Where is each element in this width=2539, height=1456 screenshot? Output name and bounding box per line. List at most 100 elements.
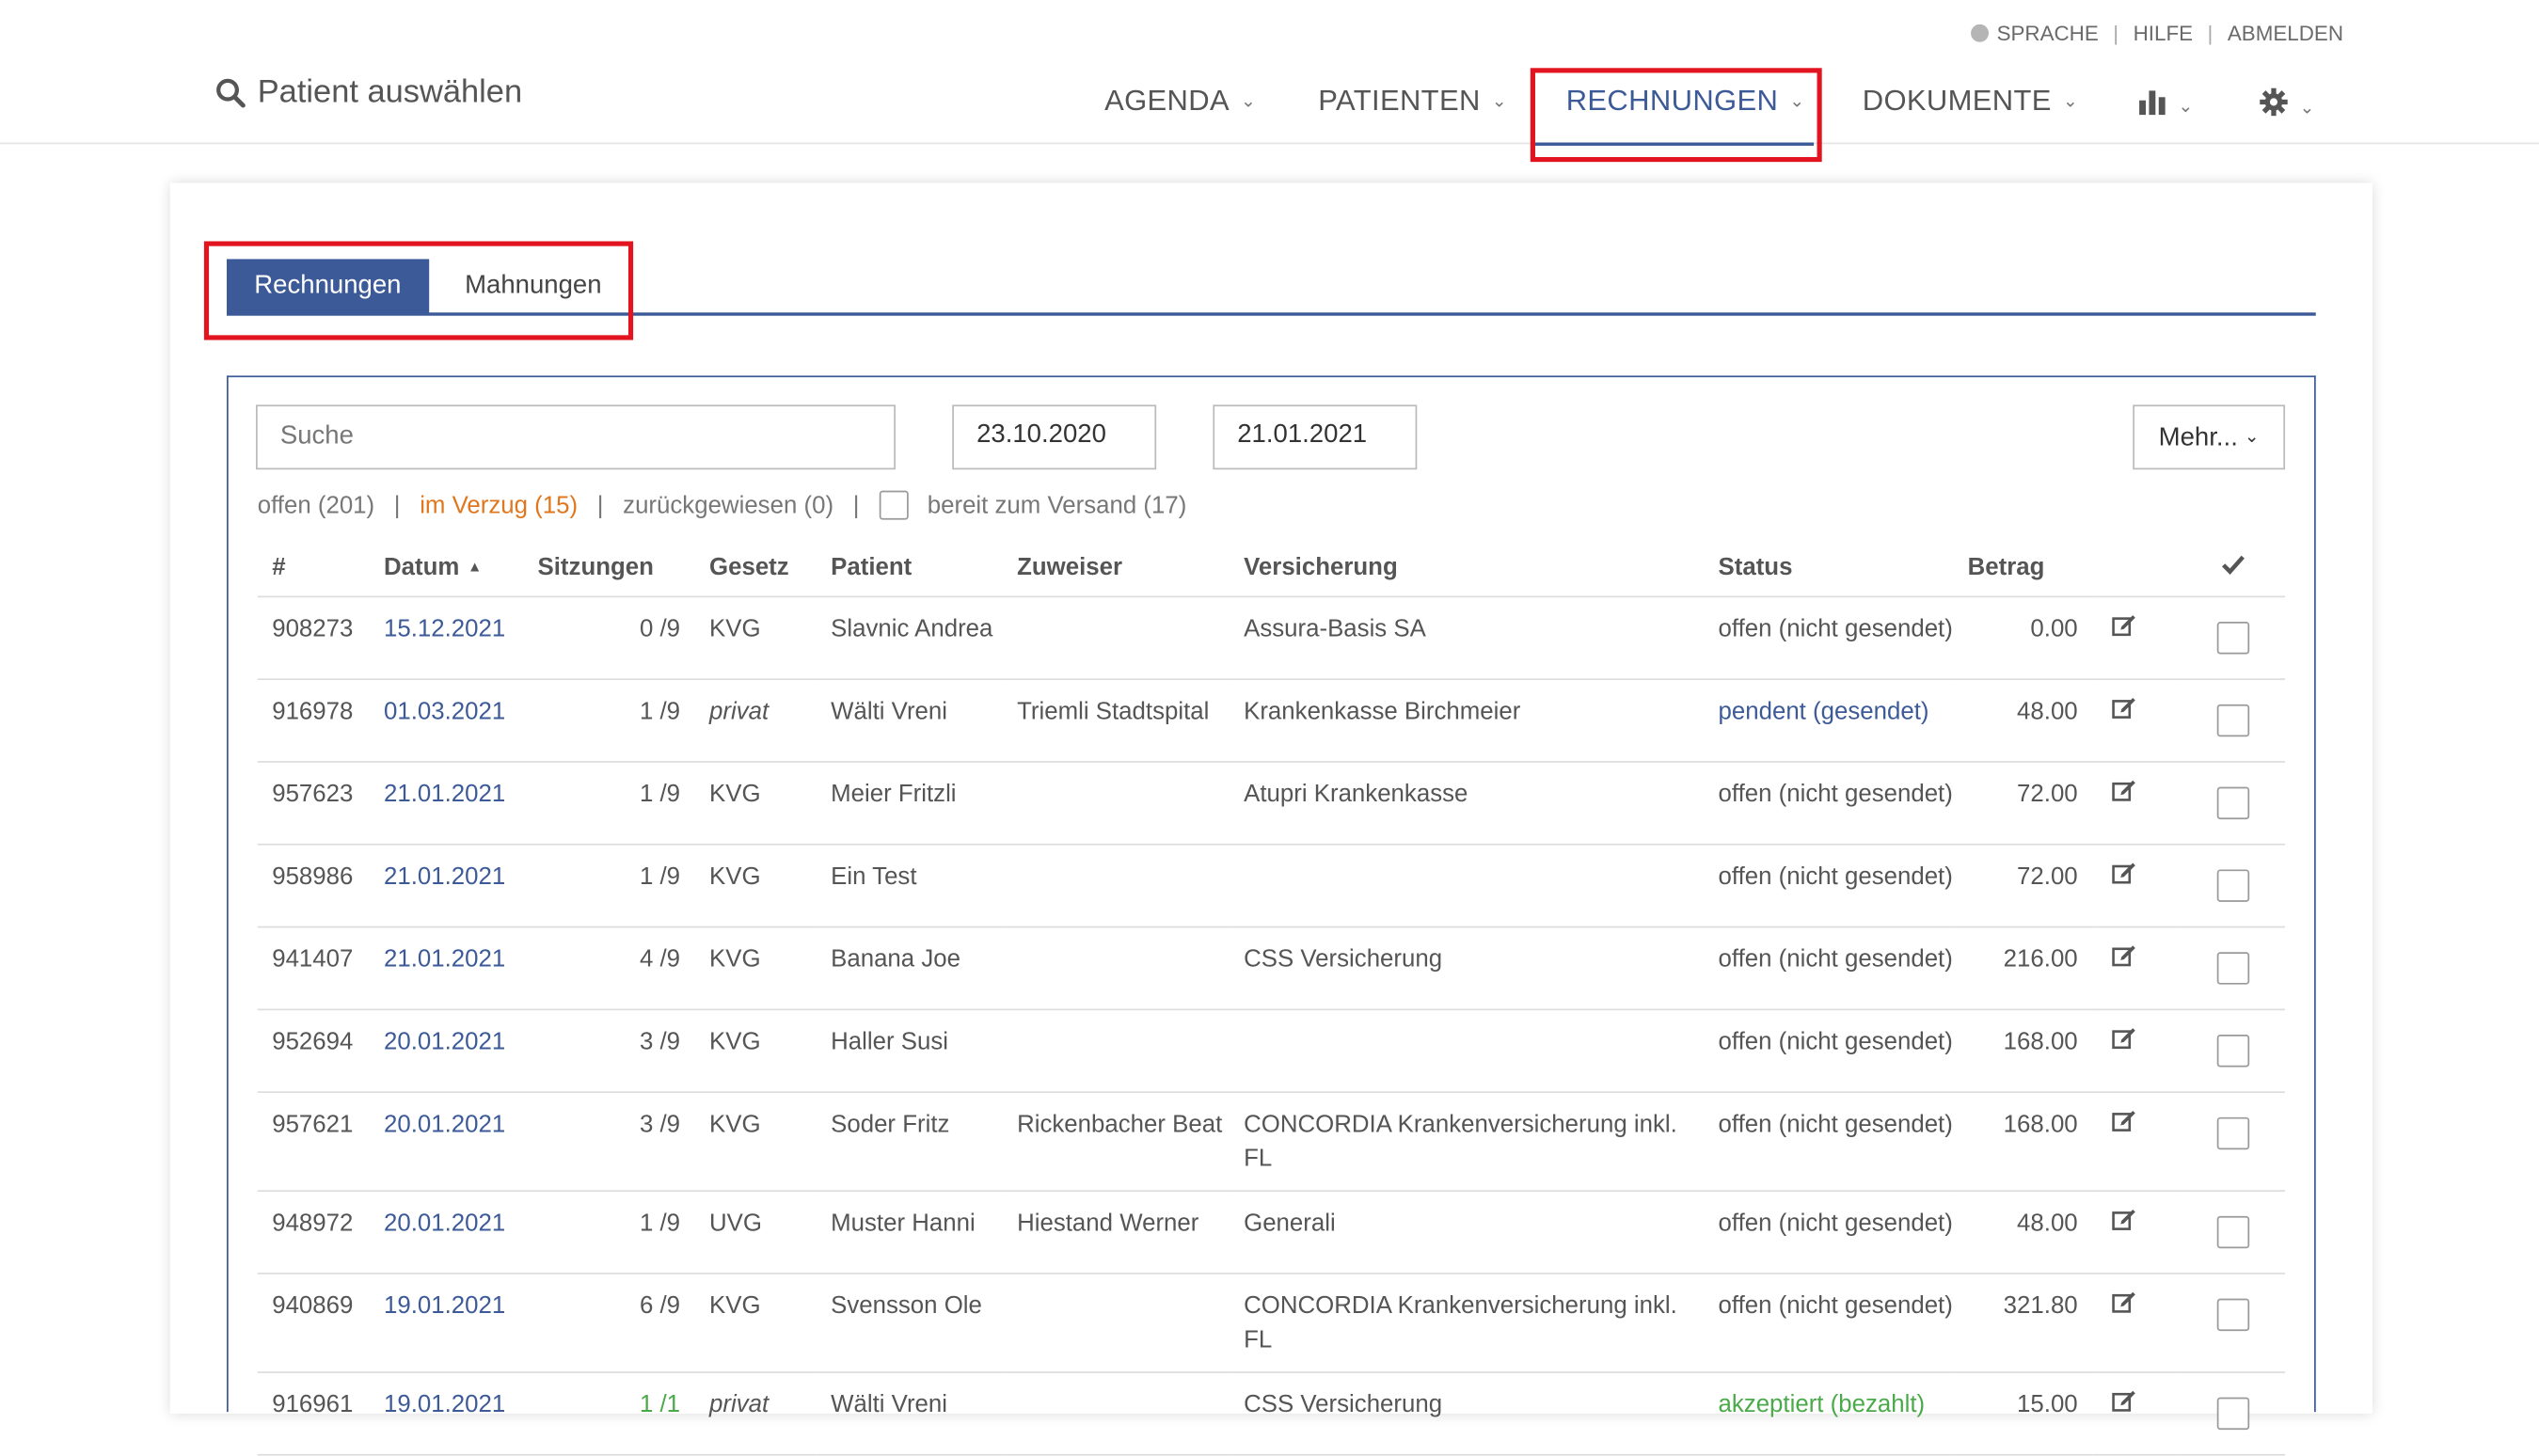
cell-insurance <box>1229 1009 1705 1094</box>
cell-law: privat <box>694 1371 817 1456</box>
cell-date[interactable]: 19.01.2021 <box>369 1273 524 1373</box>
table-row[interactable]: 957621 20.01.2021 3 /9 KVG Soder Fritz Ricken… <box>257 1092 2286 1193</box>
filter-rejected[interactable]: zurückgewiesen (0) <box>623 491 833 518</box>
col-select[interactable] <box>2180 539 2286 598</box>
edit-icon[interactable] <box>2112 1389 2136 1412</box>
cell-patient: Soder Fritz <box>816 1092 1003 1193</box>
table-row[interactable]: 916961 19.01.2021 1 /1 privat Wälti Vreni CSS… <box>257 1371 2286 1456</box>
cell-patient: Banana Joe <box>816 926 1003 1011</box>
cell-referrer <box>1002 844 1230 928</box>
cell-date[interactable]: 15.12.2021 <box>369 596 524 681</box>
cell-date[interactable]: 20.01.2021 <box>369 1092 524 1193</box>
row-checkbox[interactable] <box>2215 704 2249 737</box>
edit-icon[interactable] <box>2112 779 2136 801</box>
table-row[interactable]: 958986 21.01.2021 1 /9 KVG Ein Test offen (ni… <box>257 844 2286 928</box>
edit-icon[interactable] <box>2112 613 2136 637</box>
cell-law: privat <box>694 679 817 763</box>
table-row[interactable]: 908273 15.12.2021 0 /9 KVG Slavnic Andrea Ass… <box>257 596 2286 681</box>
cell-status: offen (nicht gesendet) <box>1704 1273 1954 1373</box>
nav-patienten[interactable]: PATIENTEN ⌄ <box>1318 85 1507 119</box>
edit-icon[interactable] <box>2112 1290 2136 1313</box>
cell-select <box>2180 1273 2286 1373</box>
more-button-label: Mehr... <box>2158 424 2238 452</box>
separator: | <box>2207 21 2214 46</box>
col-insurance[interactable]: Versicherung <box>1229 539 1705 598</box>
cell-select <box>2180 1371 2286 1456</box>
language-link[interactable]: SPRACHE <box>1997 21 2099 45</box>
more-button[interactable]: Mehr... ⌄ <box>2133 404 2286 470</box>
row-checkbox[interactable] <box>2215 786 2249 820</box>
logout-link[interactable]: ABMELDEN <box>2228 21 2343 45</box>
row-checkbox[interactable] <box>2215 869 2249 902</box>
row-checkbox[interactable] <box>2215 952 2249 985</box>
cell-insurance: Generali <box>1229 1191 1705 1274</box>
edit-icon[interactable] <box>2112 1208 2136 1230</box>
cell-insurance: CSS Versicherung <box>1229 1371 1705 1456</box>
row-checkbox[interactable] <box>2215 622 2249 655</box>
nav-settings[interactable]: ⌄ <box>2259 87 2314 125</box>
edit-icon[interactable] <box>2112 1026 2136 1050</box>
header-divider <box>0 142 2539 145</box>
cell-date[interactable]: 21.01.2021 <box>369 761 524 846</box>
row-checkbox[interactable] <box>2215 1116 2249 1150</box>
ready-to-send-checkbox[interactable] <box>879 490 909 520</box>
help-link[interactable]: HILFE <box>2134 21 2193 45</box>
edit-icon[interactable] <box>2112 944 2136 967</box>
cell-referrer <box>1002 1273 1230 1373</box>
cell-select <box>2180 926 2286 1011</box>
date-from-field[interactable]: 23.10.2020 <box>952 404 1157 470</box>
table-row[interactable]: 940869 19.01.2021 6 /9 KVG Svensson Ole CONCO… <box>257 1273 2286 1373</box>
cell-insurance: CONCORDIA Krankenversicherung inkl. FL <box>1229 1273 1705 1373</box>
table-row[interactable]: 916978 01.03.2021 1 /9 privat Wälti Vreni Tri… <box>257 679 2286 763</box>
checkmark-icon <box>2221 555 2245 575</box>
table-row[interactable]: 941407 21.01.2021 4 /9 KVG Banana Joe CSS Ver… <box>257 926 2286 1011</box>
status-filters: offen (201) | im Verzug (15) | zurückgew… <box>258 490 1187 520</box>
row-checkbox[interactable] <box>2215 1298 2249 1332</box>
filter-overdue[interactable]: im Verzug (15) <box>420 491 578 518</box>
row-checkbox[interactable] <box>2215 1215 2249 1249</box>
nav-dokumente[interactable]: DOKUMENTE ⌄ <box>1863 85 2078 119</box>
cell-date[interactable]: 20.01.2021 <box>369 1009 524 1094</box>
edit-icon[interactable] <box>2112 696 2136 719</box>
col-status[interactable]: Status <box>1704 539 1954 598</box>
table-row[interactable]: 948972 20.01.2021 1 /9 UVG Muster Hanni Hiest… <box>257 1191 2286 1274</box>
col-id[interactable]: # <box>257 539 370 598</box>
separator: | <box>393 491 401 519</box>
cell-id: 957621 <box>257 1092 370 1193</box>
globe-icon <box>1971 24 1989 42</box>
nav-statistics[interactable]: ⌄ <box>2137 89 2193 123</box>
row-checkbox[interactable] <box>2215 1035 2249 1068</box>
chevron-down-icon: ⌄ <box>2244 427 2260 448</box>
cell-patient: Muster Hanni <box>816 1191 1003 1274</box>
col-referrer[interactable]: Zuweiser <box>1002 539 1230 598</box>
cell-date[interactable]: 01.03.2021 <box>369 679 524 763</box>
col-sessions[interactable]: Sitzungen <box>523 539 695 598</box>
filter-open[interactable]: offen (201) <box>258 491 374 518</box>
col-amount[interactable]: Betrag <box>1953 539 2093 598</box>
nav-agenda[interactable]: AGENDA ⌄ <box>1104 85 1256 119</box>
cell-patient: Wälti Vreni <box>816 1371 1003 1456</box>
col-patient[interactable]: Patient <box>816 539 1003 598</box>
edit-icon[interactable] <box>2112 862 2136 884</box>
cell-date[interactable]: 21.01.2021 <box>369 844 524 928</box>
col-law[interactable]: Gesetz <box>694 539 817 598</box>
row-checkbox[interactable] <box>2215 1397 2249 1431</box>
cell-amount: 0.00 <box>1953 596 2093 681</box>
cell-date[interactable]: 20.01.2021 <box>369 1191 524 1274</box>
cell-law: KVG <box>694 1273 817 1373</box>
cell-edit <box>2092 1009 2181 1094</box>
cell-referrer <box>1002 596 1230 681</box>
filter-ready[interactable]: bereit zum Versand (17) <box>928 491 1187 518</box>
col-date[interactable]: Datum ▲ <box>369 539 524 598</box>
highlight-box-tabs <box>203 241 634 340</box>
cell-sessions: 4 /9 <box>523 926 695 1011</box>
cell-date[interactable]: 21.01.2021 <box>369 926 524 1011</box>
table-row[interactable]: 957623 21.01.2021 1 /9 KVG Meier Fritzli Atup… <box>257 761 2286 846</box>
cell-select <box>2180 1191 2286 1274</box>
edit-icon[interactable] <box>2112 1109 2136 1132</box>
cell-date[interactable]: 19.01.2021 <box>369 1371 524 1456</box>
search-input[interactable] <box>255 404 896 470</box>
table-row[interactable]: 952694 20.01.2021 3 /9 KVG Haller Susi offen … <box>257 1009 2286 1094</box>
cell-amount: 48.00 <box>1953 679 2093 763</box>
date-to-field[interactable]: 21.01.2021 <box>1213 404 1418 470</box>
